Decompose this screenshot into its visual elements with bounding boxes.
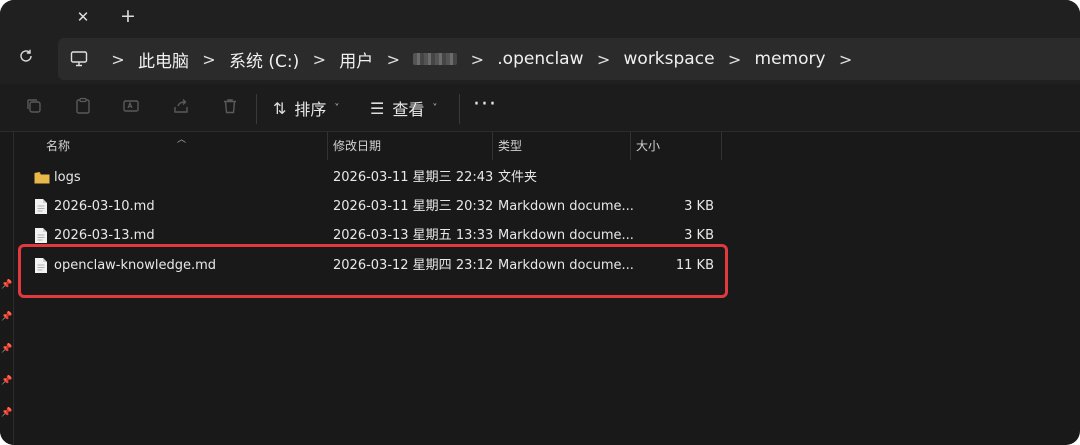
breadcrumb-separator[interactable]: > xyxy=(839,50,853,69)
view-button[interactable]: ☰ 查看 ˅ xyxy=(370,96,437,120)
file-type: Markdown docume... xyxy=(498,199,634,214)
breadcrumb-openclaw[interactable]: .openclaw xyxy=(497,49,583,69)
pin-icon: 📌 xyxy=(1,280,13,290)
column-divider[interactable] xyxy=(492,132,493,160)
file-modified: 2026-03-11 星期三 22:43 xyxy=(333,170,494,185)
file-icon xyxy=(34,227,48,244)
breadcrumb-separator[interactable]: > xyxy=(470,50,484,69)
file-row[interactable]: 2026-03-10.md 2026-03-11 星期三 20:32 Markd… xyxy=(14,192,1080,221)
new-tab-icon[interactable]: + xyxy=(116,5,140,29)
computer-icon xyxy=(70,50,88,68)
breadcrumb-separator[interactable]: > xyxy=(202,50,216,69)
column-header-size[interactable]: 大小 xyxy=(636,132,660,160)
pin-icon: 📌 xyxy=(1,408,13,418)
column-header-type[interactable]: 类型 xyxy=(498,132,522,160)
breadcrumb-separator[interactable]: > xyxy=(386,50,400,69)
breadcrumb: > 此电脑 > 系统 (C:) > 用户 > > .openclaw > wor… xyxy=(98,38,866,80)
file-name: logs xyxy=(54,170,81,185)
toolbar-divider xyxy=(459,94,460,124)
breadcrumb-memory[interactable]: memory xyxy=(755,49,826,69)
chevron-down-icon: ˅ xyxy=(334,102,340,114)
breadcrumb-this-pc[interactable]: 此电脑 xyxy=(138,47,189,72)
breadcrumb-users[interactable]: 用户 xyxy=(339,47,373,72)
tab-strip: ✕ + xyxy=(0,0,1080,34)
column-divider[interactable] xyxy=(327,132,328,160)
breadcrumb-separator[interactable]: > xyxy=(597,50,611,69)
file-explorer-window: ✕ + > 此电脑 > 系统 (C:) > 用户 > > .openclaw > xyxy=(0,0,1080,445)
file-size: 3 KB xyxy=(684,199,714,214)
rename-icon[interactable] xyxy=(121,97,141,117)
sort-button[interactable]: ⇅ 排序 ˅ xyxy=(273,96,339,120)
share-icon[interactable] xyxy=(171,97,191,117)
copy-icon[interactable] xyxy=(24,97,44,117)
breadcrumb-separator[interactable]: > xyxy=(312,50,326,69)
more-options-button[interactable]: ··· xyxy=(473,92,497,117)
close-tab-icon[interactable]: ✕ xyxy=(72,6,94,28)
highlight-annotation-box xyxy=(18,244,728,298)
paste-icon[interactable] xyxy=(73,97,93,117)
column-headers: ︿ 名称 修改日期 类型 大小 xyxy=(14,132,1080,160)
breadcrumb-separator[interactable]: > xyxy=(728,50,742,69)
pin-icon: 📌 xyxy=(1,376,13,386)
pin-icon: 📌 xyxy=(1,312,13,322)
sort-label: 排序 xyxy=(294,100,327,119)
column-divider[interactable] xyxy=(630,132,631,160)
refresh-icon[interactable] xyxy=(14,47,38,71)
breadcrumb-workspace[interactable]: workspace xyxy=(624,49,715,69)
navigation-pane-edge[interactable]: 📌 📌 📌 📌 📌 xyxy=(0,132,14,445)
file-modified: 2026-03-11 星期三 20:32 xyxy=(333,199,494,214)
file-icon xyxy=(34,198,48,215)
delete-icon[interactable] xyxy=(220,97,240,117)
column-divider[interactable] xyxy=(721,132,722,160)
address-bar[interactable]: > 此电脑 > 系统 (C:) > 用户 > > .openclaw > wor… xyxy=(58,38,1080,80)
column-header-name[interactable]: 名称 xyxy=(46,132,70,160)
view-label: 查看 xyxy=(392,100,425,119)
sort-ascending-icon: ︿ xyxy=(177,135,187,145)
folder-icon xyxy=(34,169,50,186)
pin-icon: 📌 xyxy=(1,344,13,354)
column-header-modified[interactable]: 修改日期 xyxy=(333,132,381,160)
toolbar-divider xyxy=(256,94,257,124)
breadcrumb-username-redacted[interactable] xyxy=(413,53,458,65)
address-row: > 此电脑 > 系统 (C:) > 用户 > > .openclaw > wor… xyxy=(0,34,1080,84)
view-icon: ☰ xyxy=(370,98,385,118)
file-size xyxy=(634,163,714,192)
file-name: 2026-03-10.md xyxy=(54,199,155,214)
command-bar: ⇅ 排序 ˅ ☰ 查看 ˅ ··· xyxy=(0,84,1080,132)
sort-icon: ⇅ xyxy=(273,98,287,118)
chevron-down-icon: ˅ xyxy=(432,102,438,114)
file-type: 文件夹 xyxy=(498,170,538,185)
breadcrumb-system-drive[interactable]: 系统 (C:) xyxy=(229,47,299,72)
breadcrumb-separator[interactable]: > xyxy=(111,50,125,69)
file-row[interactable]: logs 2026-03-11 星期三 22:43 文件夹 xyxy=(14,163,1080,192)
